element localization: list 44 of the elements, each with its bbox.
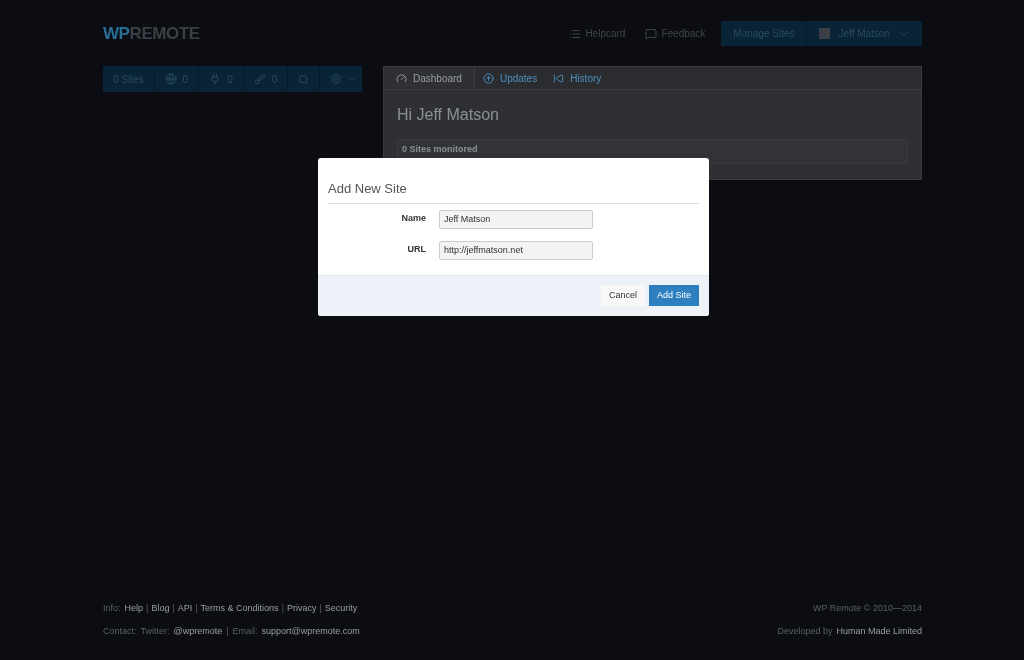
footer-link[interactable]: Terms & Conditions [200, 602, 279, 616]
field-label: URL [406, 243, 426, 257]
footer-label: Developed by [777, 624, 833, 638]
footer-link[interactable]: Security [324, 602, 358, 616]
plug-icon [209, 73, 222, 85]
copyright-text: WP Remote © 2010—2014 [812, 602, 922, 615]
avatar-icon [819, 28, 831, 39]
chat-icon [645, 27, 658, 40]
separator: | [146, 602, 149, 615]
add-site-button[interactable]: Add Site [648, 285, 699, 306]
text-field[interactable]: Jeff Matson [439, 209, 593, 229]
brush-icon [253, 73, 266, 85]
footer-label: Contact: [103, 624, 137, 638]
separator: | [319, 602, 322, 615]
summary-text: 0 Sites monitored [402, 143, 478, 156]
field-label: Name [400, 212, 426, 226]
footer-link[interactable]: Blog [151, 602, 170, 616]
cancel-button[interactable]: Cancel [600, 285, 645, 306]
text-field[interactable]: http://jeffmatson.net [439, 240, 593, 260]
separator: | [281, 602, 284, 615]
separator: | [195, 602, 198, 615]
dialog-title: Add New Site [328, 179, 699, 204]
footer-label: Twitter: [140, 624, 170, 638]
footer-label: Info: [103, 602, 121, 615]
greeting: Hi Jeff Matson [397, 105, 500, 125]
globe-icon [164, 73, 177, 85]
footer-link[interactable]: Help [124, 602, 144, 616]
settings-icon [330, 73, 343, 85]
tab[interactable]: Dashboard [384, 67, 475, 89]
twitter-link[interactable]: @wpremote [173, 624, 223, 638]
arrow-up-circle-icon [482, 72, 494, 84]
footer-link[interactable]: API [177, 602, 193, 616]
tab[interactable]: History [545, 67, 610, 89]
email-link[interactable]: support@wpremote.com [261, 624, 360, 638]
search-icon [298, 73, 310, 85]
footer-link[interactable]: Privacy [286, 602, 317, 616]
list-icon [569, 27, 582, 40]
tab[interactable]: Updates [474, 67, 546, 89]
separator: | [172, 602, 175, 615]
developer-link[interactable]: Human Made Limited [836, 624, 922, 638]
gauge-icon [396, 72, 407, 84]
footer-label: Email: [232, 624, 258, 638]
skip-back-icon [553, 72, 565, 84]
separator: | [226, 624, 229, 638]
